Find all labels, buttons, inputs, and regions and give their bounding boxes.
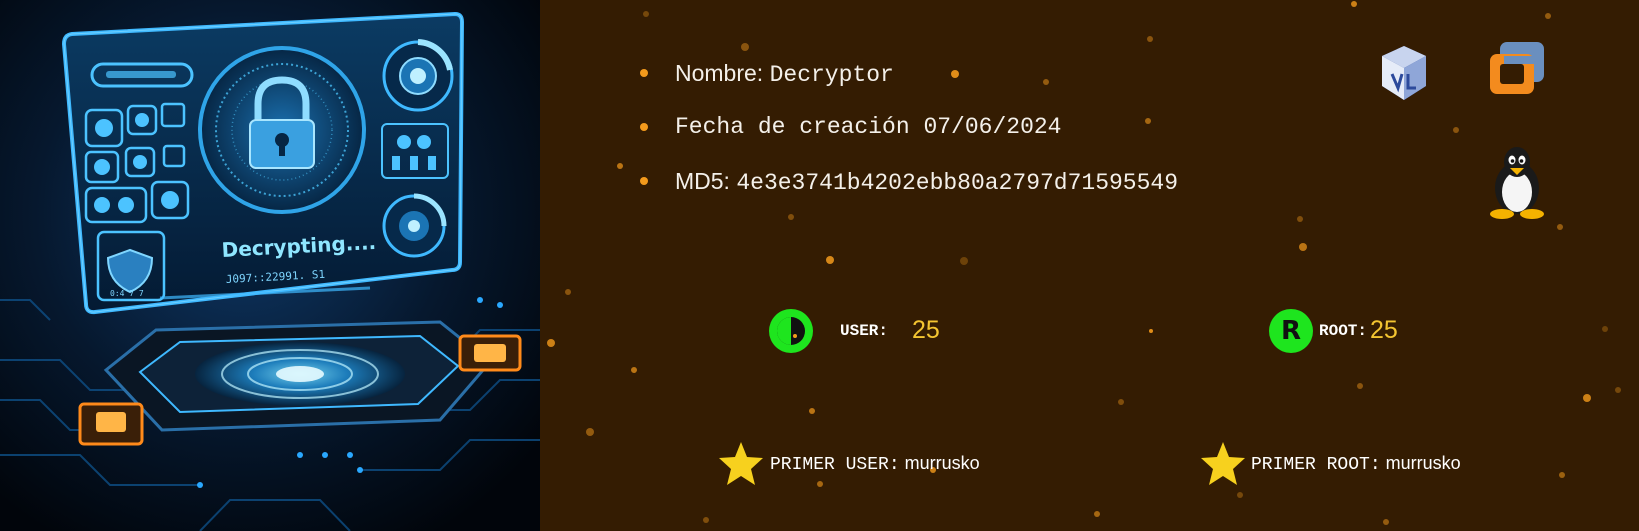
particle <box>1118 399 1124 405</box>
particle <box>1383 519 1389 525</box>
md5-value: 4e3e3741b4202ebb80a2797d71595549 <box>736 170 1179 196</box>
virtualbox-icon <box>1382 46 1426 100</box>
particle <box>1149 329 1153 333</box>
particle <box>1357 383 1363 389</box>
bullet-icon <box>640 69 648 77</box>
particle <box>547 339 555 347</box>
particle <box>617 163 623 169</box>
particle <box>631 367 637 373</box>
particle <box>960 257 968 265</box>
created-label: Fecha de creación <box>675 114 910 140</box>
particle <box>1351 1 1357 7</box>
particle <box>1559 472 1565 478</box>
particle <box>809 408 815 414</box>
particle <box>1557 224 1563 230</box>
particle <box>788 214 794 220</box>
created-value: 07/06/2024 <box>923 114 1062 140</box>
bullet-icon <box>640 177 648 185</box>
particle <box>826 256 834 264</box>
particle <box>1145 118 1151 124</box>
linux-tux-icon <box>1490 147 1544 219</box>
particle <box>1453 127 1459 133</box>
particle <box>1299 243 1307 251</box>
particle <box>1147 36 1153 42</box>
bullet-icon <box>640 123 648 131</box>
md5-label: MD5: <box>675 168 730 194</box>
particle <box>1583 394 1591 402</box>
name-label: Nombre: <box>675 60 764 86</box>
particle <box>703 517 709 523</box>
particle <box>741 43 749 51</box>
particle <box>1094 511 1100 517</box>
particle <box>1043 79 1049 85</box>
particle <box>1602 326 1608 332</box>
particle <box>565 289 571 295</box>
machine-card: Decrypting.... J097::22991. S1 0:4 7 7 N… <box>0 0 1639 531</box>
hero-illustration: Decrypting.... J097::22991. S1 0:4 7 7 <box>0 0 540 531</box>
particle <box>1237 492 1243 498</box>
particle <box>930 467 936 473</box>
particle <box>586 428 594 436</box>
vmware-icon <box>1490 42 1544 94</box>
name-value: Decryptor <box>769 62 894 88</box>
particle <box>643 11 649 17</box>
particle <box>1297 216 1303 222</box>
particle <box>1615 387 1621 393</box>
particle <box>951 70 959 78</box>
particle <box>1545 13 1551 19</box>
particle <box>817 481 823 487</box>
hero-chip-text: 0:4 7 7 <box>110 289 144 298</box>
